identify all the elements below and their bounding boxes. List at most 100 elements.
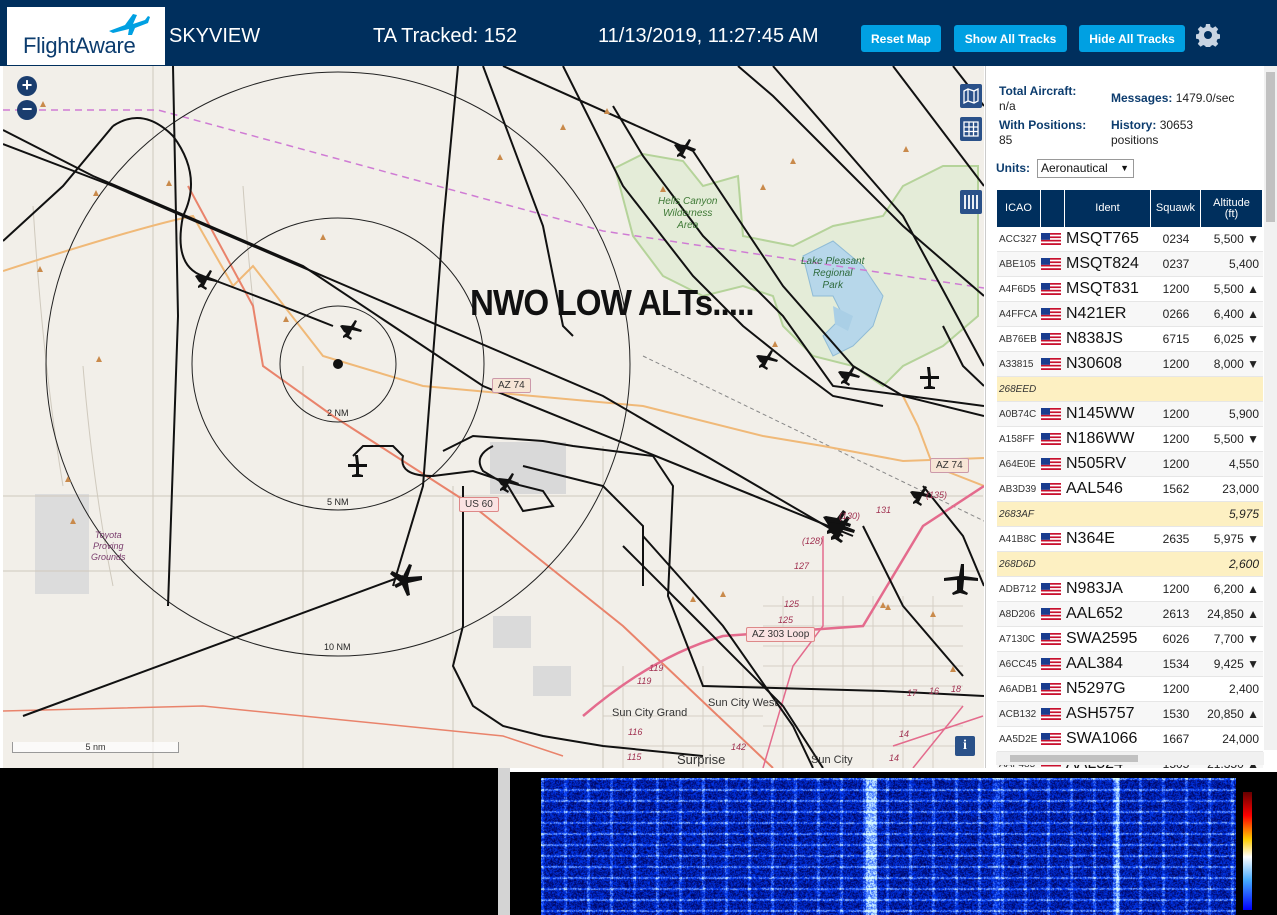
squawk-cell: 1530: [1162, 707, 1190, 721]
total-aircraft-stat: Total Aircraft: n/a: [999, 84, 1076, 114]
us-flag-icon: [1041, 258, 1061, 270]
us-flag-icon: [1041, 583, 1061, 595]
table-row[interactable]: A6CC45 AAL384 1534 9,425 ▼: [997, 652, 1263, 677]
table-row[interactable]: A41B8C N364E 2635 5,975 ▼: [997, 527, 1263, 552]
altitude-cell: 5,500 ▲: [1213, 282, 1259, 296]
table-row[interactable]: A0B74C N145WW 1200 5,900: [997, 402, 1263, 427]
table-row[interactable]: ABE105 MSQT824 0237 5,400: [997, 252, 1263, 277]
map-view[interactable]: + − 2 NM 5 NM 10 NM Hells Canyon Wildern…: [3, 66, 984, 768]
table-row[interactable]: AA5D2E SWA1066 1667 24,000: [997, 727, 1263, 752]
road-number: 14: [889, 753, 900, 763]
ident-cell: N983JA: [1066, 580, 1123, 597]
grid-toggle-button[interactable]: [960, 117, 982, 141]
table-row[interactable]: A33815 N30608 1200 8,000 ▼: [997, 352, 1263, 377]
flag-cell: [1041, 258, 1065, 270]
table-row[interactable]: 268D6D 2,600: [997, 552, 1263, 577]
map-icon: [963, 88, 979, 104]
flightaware-logo[interactable]: FlightAware: [7, 7, 165, 65]
us-flag-icon: [1041, 683, 1061, 695]
column-header-squawk[interactable]: Squawk: [1151, 190, 1201, 227]
scrollbar-thumb[interactable]: [1010, 755, 1138, 762]
horizontal-scrollbar[interactable]: [996, 752, 1264, 765]
messages-value: 1479.0/sec: [1175, 91, 1235, 105]
us-flag-icon: [1041, 233, 1061, 245]
squawk-cell: 1200: [1162, 357, 1190, 371]
scrollbar-thumb[interactable]: [1266, 72, 1275, 222]
az74-shield: AZ 74: [492, 378, 531, 393]
table-row[interactable]: A8D206 AAL652 2613 24,850 ▲: [997, 602, 1263, 627]
column-header-altitude[interactable]: Altitude (ft): [1201, 190, 1263, 227]
table-row[interactable]: A7130C SWA2595 6026 7,700 ▼: [997, 627, 1263, 652]
show-all-tracks-button[interactable]: Show All Tracks: [954, 25, 1067, 52]
ident-cell: N505RV: [1066, 455, 1127, 472]
flag-cell: [1041, 733, 1065, 745]
history-label: History:: [1111, 118, 1157, 132]
icao-cell: A7130C: [999, 633, 1036, 645]
units-select[interactable]: Aeronautical ▼: [1037, 159, 1134, 178]
spectrum-waterfall: [510, 772, 1277, 915]
reset-map-button[interactable]: Reset Map: [861, 25, 941, 52]
table-row[interactable]: A158FF N186WW 1200 5,500 ▼: [997, 427, 1263, 452]
table-row[interactable]: A64E0E N505RV 1200 4,550: [997, 452, 1263, 477]
altitude-cell: 8,000 ▼: [1213, 357, 1259, 371]
ident-cell: MSQT765: [1066, 230, 1139, 247]
icao-cell: AA5D2E: [999, 733, 1038, 745]
table-row[interactable]: 2683AF 5,975: [997, 502, 1263, 527]
units-label: Units:: [996, 161, 1030, 175]
sun-city-grand-label: Sun City Grand: [612, 707, 688, 719]
road-number: 127: [794, 561, 810, 571]
us-flag-icon: [1041, 533, 1061, 545]
flag-cell: [1041, 408, 1065, 420]
table-row[interactable]: ADB712 N983JA 1200 6,200 ▲: [997, 577, 1263, 602]
ident-cell: N30608: [1066, 355, 1123, 372]
table-row[interactable]: A4F6D5 MSQT831 1200 5,500 ▲: [997, 277, 1263, 302]
table-row[interactable]: ACB132 ASH5757 1530 20,850 ▲: [997, 702, 1263, 727]
ring-label-2nm: 2 NM: [327, 408, 349, 418]
sun-city-label: Sun City: [811, 754, 853, 766]
table-row[interactable]: A6ADB1 N5297G 1200 2,400: [997, 677, 1263, 702]
hide-all-tracks-button[interactable]: Hide All Tracks: [1079, 25, 1185, 52]
flag-cell: [1041, 583, 1065, 595]
zoom-in-button[interactable]: +: [17, 76, 37, 96]
map-layers-button[interactable]: [960, 84, 982, 108]
chevron-down-icon: ▼: [1120, 163, 1129, 173]
history-stat: History: 30653 positions: [1111, 118, 1193, 148]
az303-loop-shield: AZ 303 Loop: [746, 627, 816, 642]
info-button[interactable]: i: [955, 736, 975, 756]
column-header-flag[interactable]: [1041, 190, 1065, 227]
zoom-out-button[interactable]: −: [17, 100, 37, 120]
table-row[interactable]: 268EED: [997, 377, 1263, 402]
icao-cell: 2683AF: [999, 508, 1035, 520]
datetime: 11/13/2019, 11:27:45 AM: [598, 25, 819, 47]
icao-cell: A33815: [999, 358, 1034, 370]
table-row[interactable]: ACC327 MSQT765 0234 5,500 ▼: [997, 227, 1263, 252]
altitude-cell: 24,000: [1222, 732, 1259, 746]
flag-cell: [1041, 533, 1065, 545]
gear-icon[interactable]: [1196, 23, 1220, 47]
vertical-scrollbar[interactable]: [1264, 66, 1277, 750]
squawk-cell: 0234: [1162, 232, 1190, 246]
road-number: 16: [929, 686, 940, 696]
flag-cell: [1041, 283, 1065, 295]
road-number: 119: [649, 663, 664, 673]
table-row[interactable]: AB76EB N838JS 6715 6,025 ▼: [997, 327, 1263, 352]
toggle-sidebar-button[interactable]: [960, 190, 982, 214]
column-header-icao[interactable]: ICAO: [997, 190, 1041, 227]
squawk-cell: 1200: [1162, 282, 1190, 296]
road-number: 17: [907, 688, 918, 698]
us-flag-icon: [1041, 283, 1061, 295]
icao-cell: A0B74C: [999, 408, 1037, 420]
table-row[interactable]: AB3D39 AAL546 1562 23,000: [997, 477, 1263, 502]
black-panel: [0, 768, 500, 915]
total-aircraft-value: n/a: [999, 99, 1016, 113]
table-row[interactable]: A4FFCA N421ER 0266 6,400 ▲: [997, 302, 1263, 327]
icao-cell: ABE105: [999, 258, 1036, 270]
column-header-ident[interactable]: Ident: [1065, 190, 1151, 227]
map-canvas[interactable]: [3, 66, 984, 768]
tracked-count: TA Tracked: 152: [373, 25, 518, 47]
aircraft-table: ICAO Ident Squawk Altitude (ft) ACC327 MS…: [997, 190, 1263, 768]
ident-cell: AAL546: [1066, 480, 1123, 497]
icao-cell: AB3D39: [999, 483, 1037, 495]
road-number: (135): [926, 490, 948, 500]
icao-cell: A158FF: [999, 433, 1035, 445]
